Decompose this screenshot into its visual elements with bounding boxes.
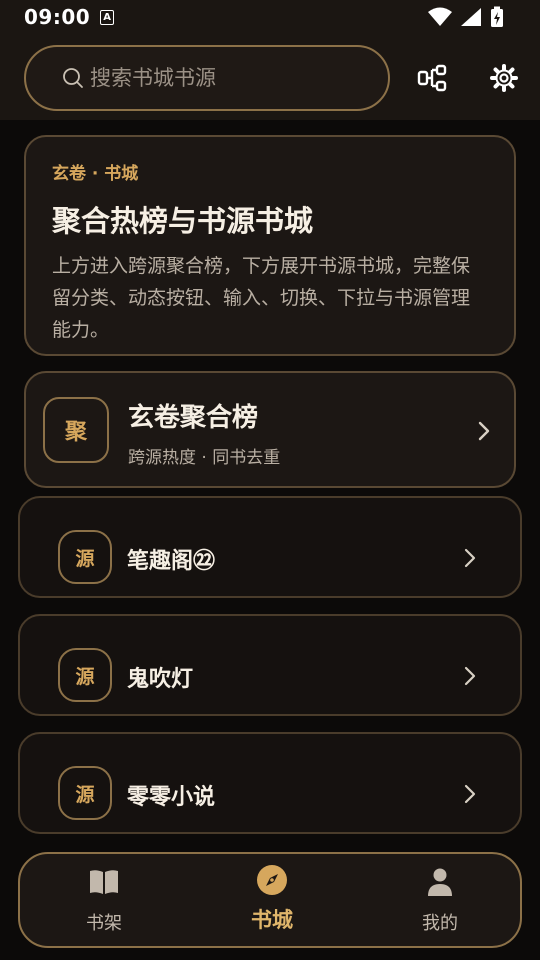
status-icons bbox=[428, 6, 504, 28]
source-name: 鬼吹灯 bbox=[127, 667, 194, 692]
source-badge: 源 bbox=[58, 648, 112, 702]
wifi-icon bbox=[428, 7, 452, 26]
bottom-nav: 书架 书城 我的 bbox=[18, 852, 522, 948]
status-bar: 09:00 A bbox=[0, 0, 540, 34]
cellular-signal-icon bbox=[461, 8, 481, 26]
source-name: 零零小说 bbox=[127, 785, 216, 810]
search-input[interactable] bbox=[90, 66, 350, 90]
nav-item-bookstore[interactable]: 书城 bbox=[188, 854, 356, 946]
search-icon bbox=[63, 68, 83, 88]
intro-description: 上方进入跨源聚合榜，下方展开书源书城，完整保留分类、动态按钮、输入、切换、下拉与… bbox=[52, 255, 471, 341]
battery-charging-icon bbox=[491, 6, 503, 27]
intro-card: 玄卷 · 书城 聚合热榜与书源书城 上方进入跨源聚合榜，下方展开书源书城，完整保… bbox=[24, 135, 516, 356]
nav-label: 书城 bbox=[251, 908, 293, 932]
source-name: 笔趣阁㉒ bbox=[127, 549, 216, 574]
nav-item-bookshelf[interactable]: 书架 bbox=[20, 854, 188, 946]
person-icon bbox=[428, 868, 452, 896]
nav-label: 书架 bbox=[86, 913, 122, 934]
source-badge: 源 bbox=[58, 766, 112, 820]
source-badge: 源 bbox=[58, 530, 112, 584]
source-card[interactable]: 源 零零小说 bbox=[18, 732, 522, 834]
nav-label: 我的 bbox=[422, 913, 458, 934]
intro-kicker: 玄卷 · 书城 bbox=[52, 164, 139, 184]
source-card[interactable]: 源 笔趣阁㉒ bbox=[18, 496, 522, 598]
nav-item-profile[interactable]: 我的 bbox=[356, 854, 524, 946]
chevron-right-icon bbox=[464, 548, 476, 568]
chevron-right-icon bbox=[464, 784, 476, 804]
intro-title: 聚合热榜与书源书城 bbox=[52, 204, 314, 238]
status-time: 09:00 bbox=[24, 5, 91, 29]
aggregate-ranking-card[interactable]: 聚 玄卷聚合榜 跨源热度 · 同书去重 bbox=[24, 371, 516, 488]
chevron-right-icon bbox=[478, 421, 490, 441]
source-tree-button[interactable] bbox=[416, 62, 448, 94]
compass-icon bbox=[257, 865, 287, 895]
source-card[interactable]: 源 鬼吹灯 bbox=[18, 614, 522, 716]
aggregate-title: 玄卷聚合榜 bbox=[128, 403, 259, 433]
header bbox=[0, 34, 540, 120]
aggregate-badge: 聚 bbox=[43, 397, 109, 463]
source-tree-icon bbox=[417, 64, 447, 92]
search-bar[interactable] bbox=[24, 45, 390, 111]
aggregate-subtitle: 跨源热度 · 同书去重 bbox=[128, 448, 281, 468]
text-notification-icon: A bbox=[100, 9, 115, 25]
chevron-right-icon bbox=[464, 666, 476, 686]
gear-icon bbox=[490, 64, 518, 92]
book-open-icon bbox=[90, 870, 118, 894]
settings-button[interactable] bbox=[488, 62, 520, 94]
